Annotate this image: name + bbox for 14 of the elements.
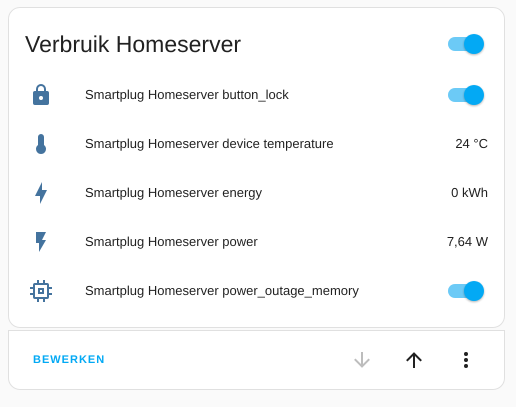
card-title: Verbruik Homeserver <box>25 30 242 58</box>
entity-name: Smartplug Homeserver power <box>85 234 259 249</box>
entity-value: 7,64 W <box>446 234 488 249</box>
entity-name: Smartplug Homeserver energy <box>85 185 264 200</box>
entity-value: 24 °C <box>455 136 488 151</box>
edit-button[interactable]: BEWERKEN <box>25 346 114 374</box>
entity-name: Smartplug Homeserver power_outage_memory <box>85 283 360 298</box>
toggle-switch[interactable] <box>448 33 484 55</box>
entity-value: 0 kWh <box>451 185 488 200</box>
toggle-switch[interactable] <box>448 84 484 106</box>
entity-name: Smartplug Homeserver device temperature <box>85 136 335 151</box>
chip-icon <box>29 278 53 302</box>
entity-name: Smartplug Homeserver button_lock <box>85 87 290 102</box>
toggle-switch[interactable] <box>448 280 484 302</box>
